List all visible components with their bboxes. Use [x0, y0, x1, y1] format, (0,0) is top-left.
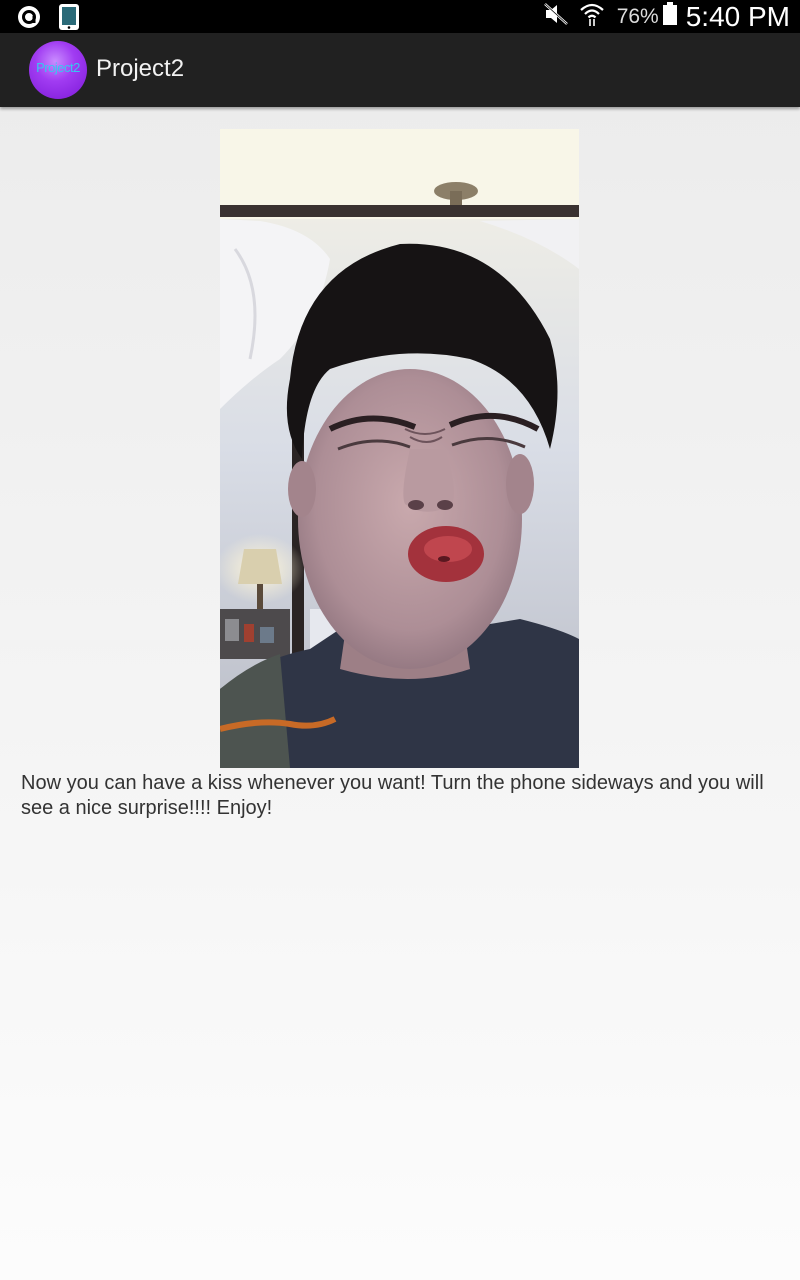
- message-text: Now you can have a kiss whenever you wan…: [21, 772, 764, 819]
- wifi-icon: [579, 1, 605, 32]
- status-indicators: 76% 5:40 PM: [543, 0, 790, 33]
- status-bar: 76% 5:40 PM: [0, 0, 800, 33]
- clock: 5:40 PM: [685, 0, 790, 32]
- action-bar: Project2 Project2: [0, 33, 800, 107]
- battery-percent: 76%: [616, 4, 659, 28]
- phone-icon: [58, 4, 80, 35]
- battery-icon: [662, 2, 678, 31]
- selfie-photo: [220, 129, 579, 768]
- notification-icon: [16, 4, 42, 35]
- mute-icon: [543, 2, 569, 31]
- app-icon-label: Project2: [36, 60, 80, 75]
- app-title: Project2: [96, 55, 185, 82]
- app-icon[interactable]: Project2: [29, 41, 87, 99]
